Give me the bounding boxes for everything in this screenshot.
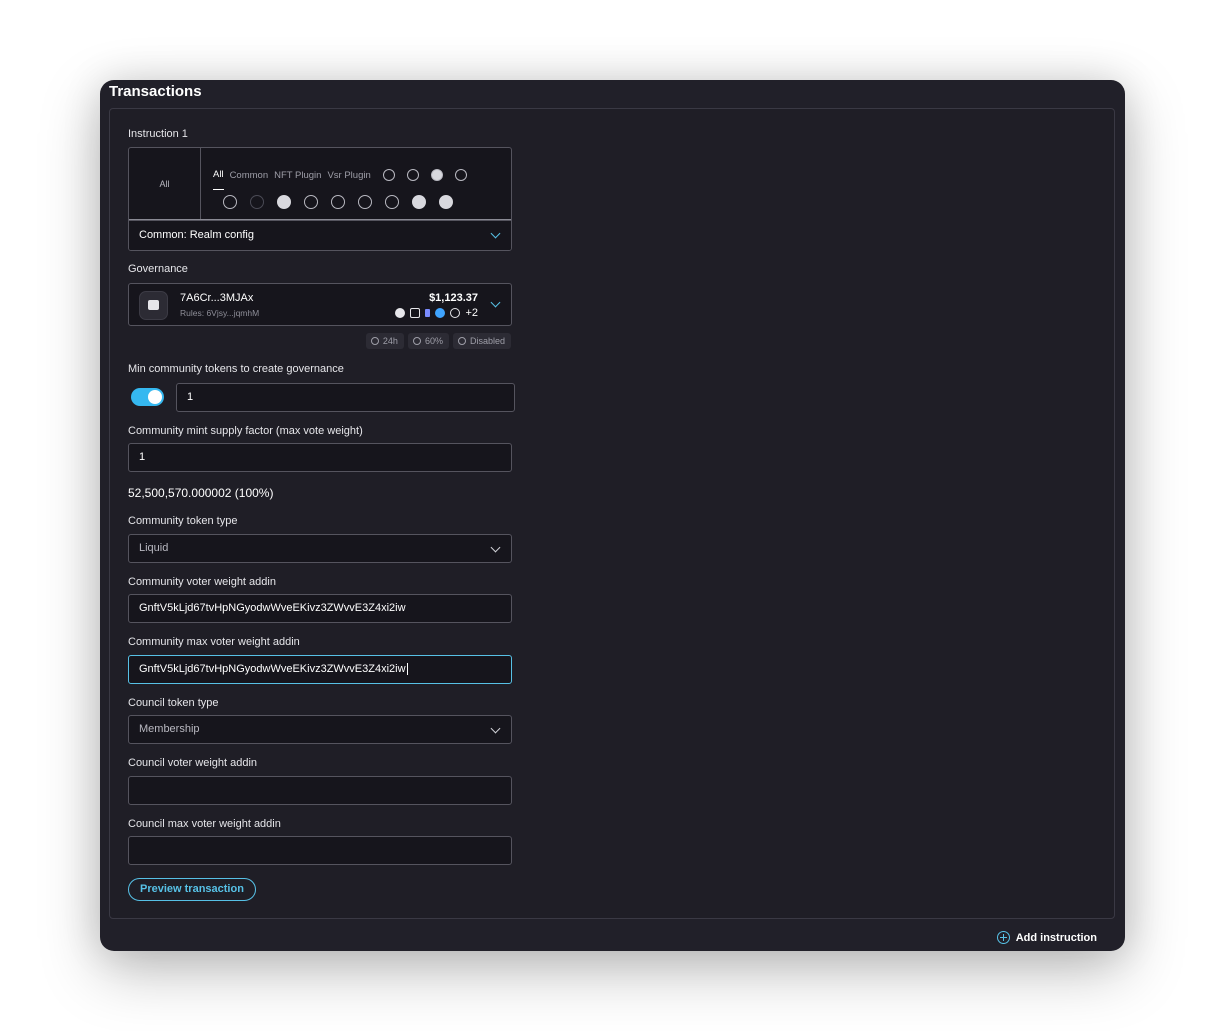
governance-value: $1,123.37 bbox=[429, 292, 478, 304]
add-instruction-button[interactable]: Add instruction bbox=[996, 931, 1097, 944]
governance-label: Governance bbox=[128, 263, 188, 275]
program-12-icon[interactable] bbox=[412, 195, 426, 209]
program-5-icon[interactable] bbox=[223, 195, 237, 209]
community-voter-addin-input[interactable]: GnftV5kLjd67tvHpNGyodwWveEKivz3ZWvvE3Z4x… bbox=[128, 594, 512, 623]
instruction-label: Instruction 1 bbox=[128, 128, 188, 140]
hand-icon bbox=[457, 337, 466, 345]
community-max-addin-input[interactable]: GnftV5kLjd67tvHpNGyodwWveEKivz3ZWvvE3Z4x… bbox=[128, 655, 512, 684]
program-2-icon[interactable] bbox=[406, 169, 419, 181]
governance-name: 7A6Cr...3MJAx bbox=[180, 292, 254, 304]
scale-icon bbox=[412, 337, 421, 345]
program-4-icon[interactable] bbox=[454, 169, 467, 181]
token-4-icon bbox=[435, 308, 446, 318]
instruction-type-select[interactable]: Common: Realm config bbox=[129, 219, 511, 250]
instruction-type-value: Common: Realm config bbox=[139, 229, 254, 241]
picker-all-cell[interactable]: All bbox=[129, 148, 201, 220]
community-voter-addin-label: Community voter weight addin bbox=[128, 576, 276, 588]
min-tokens-input[interactable]: 1 bbox=[176, 383, 515, 412]
governance-tokens: +2 bbox=[395, 307, 478, 319]
council-voter-addin-label: Council voter weight addin bbox=[128, 757, 258, 769]
page-title: Transactions bbox=[109, 83, 202, 100]
threshold-pill: 60% bbox=[407, 333, 449, 349]
community-token-type-value: Liquid bbox=[139, 542, 169, 554]
community-token-type-label: Community token type bbox=[128, 515, 238, 527]
mint-factor-label: Community mint supply factor (max vote w… bbox=[128, 425, 363, 437]
supply-text: 52,500,570.000002 (100%) bbox=[128, 486, 274, 500]
community-max-addin-label: Community max voter weight addin bbox=[128, 636, 300, 648]
clock-icon bbox=[370, 337, 379, 345]
council-voter-addin-input[interactable] bbox=[128, 776, 512, 805]
program-1-icon[interactable] bbox=[382, 169, 395, 181]
program-6-icon[interactable] bbox=[250, 195, 264, 209]
veto-value: Disabled bbox=[469, 336, 505, 346]
min-tokens-label: Min community tokens to create governanc… bbox=[128, 363, 344, 375]
token-2-icon bbox=[410, 308, 421, 318]
governance-rules: Rules: 6Vjsy...jqmhM bbox=[180, 308, 260, 318]
community-max-addin-value: GnftV5kLjd67tvHpNGyodwWveEKivz3ZWvvE3Z4x… bbox=[139, 663, 406, 675]
council-token-type-select[interactable]: Membership bbox=[128, 715, 512, 744]
chevron-down-icon bbox=[490, 297, 501, 308]
chevron-down-icon bbox=[490, 723, 501, 734]
program-icons bbox=[223, 195, 453, 209]
instruction-panel: Instruction 1 All All Common NFT Plugin … bbox=[109, 108, 1115, 919]
voting-time-value: 24h bbox=[382, 336, 398, 346]
threshold-value: 60% bbox=[424, 336, 443, 346]
program-3-icon[interactable] bbox=[430, 169, 443, 181]
add-instruction-label: Add instruction bbox=[1015, 931, 1097, 944]
program-9-icon[interactable] bbox=[331, 195, 345, 209]
chevron-down-icon bbox=[490, 228, 501, 239]
wallet-icon bbox=[139, 291, 168, 320]
chevron-down-icon bbox=[490, 542, 501, 553]
program-13-icon[interactable] bbox=[439, 195, 453, 209]
council-token-type-value: Membership bbox=[139, 723, 200, 735]
veto-pill: Disabled bbox=[452, 333, 511, 349]
community-token-type-select[interactable]: Liquid bbox=[128, 534, 512, 563]
tab-nft-plugin[interactable]: NFT Plugin bbox=[274, 170, 321, 181]
tab-all[interactable]: All bbox=[213, 169, 224, 190]
program-10-icon[interactable] bbox=[358, 195, 372, 209]
council-max-addin-label: Council max voter weight addin bbox=[128, 818, 281, 830]
mint-factor-input[interactable]: 1 bbox=[128, 443, 512, 472]
governance-pills: 24h 60% Disabled bbox=[365, 333, 511, 349]
program-8-icon[interactable] bbox=[304, 195, 318, 209]
token-5-icon bbox=[450, 308, 461, 318]
instruction-picker: All All Common NFT Plugin Vsr Plugin Com… bbox=[128, 147, 512, 251]
tab-common[interactable]: Common bbox=[230, 170, 269, 181]
picker-tabs: All Common NFT Plugin Vsr Plugin bbox=[213, 160, 467, 190]
council-max-addin-input[interactable] bbox=[128, 836, 512, 865]
voting-time-pill: 24h bbox=[365, 333, 404, 349]
preview-transaction-button[interactable]: Preview transaction bbox=[128, 878, 256, 901]
tab-vsr-plugin[interactable]: Vsr Plugin bbox=[327, 170, 370, 181]
text-cursor bbox=[406, 663, 408, 676]
program-7-icon[interactable] bbox=[277, 195, 291, 209]
governance-select[interactable]: 7A6Cr...3MJAx Rules: 6Vjsy...jqmhM $1,12… bbox=[128, 283, 512, 326]
extra-tokens-count: +2 bbox=[465, 307, 478, 319]
council-token-type-label: Council token type bbox=[128, 697, 219, 709]
transactions-window: Transactions Instruction 1 All All Commo… bbox=[100, 80, 1125, 951]
program-11-icon[interactable] bbox=[385, 195, 399, 209]
plus-circle-icon bbox=[996, 931, 1010, 944]
token-3-icon bbox=[425, 309, 431, 317]
min-tokens-toggle[interactable] bbox=[131, 388, 164, 406]
token-1-icon bbox=[395, 308, 406, 318]
